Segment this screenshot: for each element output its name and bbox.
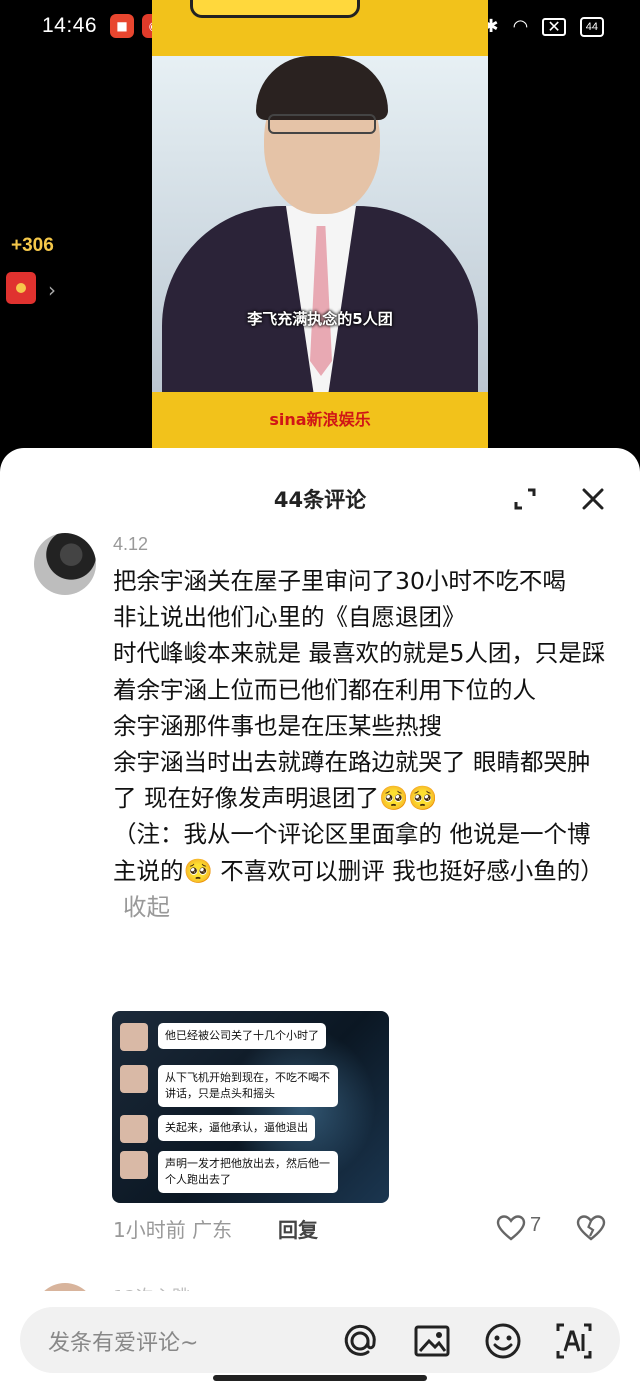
comment-line: 时代峰峻本来就是 最喜欢的就是5人团，只是踩着余宇涵上位而已他们都在利用下位的人 [113,639,606,704]
comment-input[interactable]: 发条有爱评论~ [48,1325,198,1357]
status-indicators: ✱ ◠ ✕ 44 [484,16,604,37]
sim-x-icon: ✕ [542,17,566,36]
expand-icon[interactable] [510,484,540,514]
battery-icon: 44 [579,16,604,37]
like-count: 7 [530,1214,542,1236]
red-packet-icon[interactable] [6,272,36,304]
chat-avatar [120,1151,148,1179]
person-hair [256,56,388,120]
comment-line: 余宇涵那件事也是在压某些热搜 [113,711,442,740]
sina-logo: sina新浪娱乐 [269,410,371,429]
reply-button[interactable]: 回复 [278,1214,318,1243]
ai-icon[interactable] [554,1321,594,1361]
comment-body: 把余宇涵关在屋子里审问了30小时不吃不喝 非让说出他们心里的《自愿退团》 时代峰… [113,563,613,925]
video-frame [152,56,488,392]
video-player[interactable]: 李飞充满执念的5人团 sina新浪娱乐 [152,0,488,448]
chat-bubble: 他已经被公司关了十几个小时了 [158,1023,326,1049]
video-title-tag [190,0,360,18]
chat-message: 关起来，逼他承认，逼他退出 [120,1115,315,1143]
comment-username[interactable]: 4.12 [113,534,148,555]
comment-sheet: 44条评论 4.12 把余宇涵关在屋子里审问了30小时不吃不喝 非让说出他们心里… [0,448,640,1387]
avatar[interactable] [34,533,96,595]
image-icon[interactable] [412,1321,452,1361]
chat-bubble: 声明一发才把他放出去，然后他一个人跑出去了 [158,1151,338,1193]
comment-image[interactable]: 他已经被公司关了十几个小时了 从下飞机开始到现在，不吃不喝不讲话，只是点头和摇头… [112,1011,389,1203]
comment-line: 把余宇涵关在屋子里审问了30小时不吃不喝 [113,567,566,595]
chat-avatar [120,1023,148,1051]
comment-count-title: 44条评论 [273,488,367,512]
chat-message: 他已经被公司关了十几个小时了 [120,1023,326,1051]
video-header-banner [152,0,488,56]
person-glasses [268,114,376,134]
chat-bubble: 关起来，逼他承认，逼他退出 [158,1115,315,1141]
emoji-icon[interactable] [483,1321,523,1361]
chat-message: 从下飞机开始到现在，不吃不喝不讲话，只是点头和摇头 [120,1065,360,1107]
comment-line-text: （注：我从一个评论区里面拿的 他说是一个博主说的🥺 不喜欢可以删评 我也挺好感小… [113,820,604,885]
wifi-icon: ◠ [512,16,529,37]
chevron-right-icon[interactable]: › [48,278,56,302]
chat-avatar [120,1115,148,1143]
chat-message: 声明一发才把他放出去，然后他一个人跑出去了 [120,1151,360,1193]
close-icon[interactable] [578,484,608,514]
notification-app-icon: ■ [110,14,134,38]
comment-line: 非让说出他们心里的《自愿退团》 [113,603,466,632]
status-time: 14:46 [42,14,98,37]
broken-heart-icon[interactable] [576,1214,606,1242]
video-caption: 李飞充满执念的5人团 [247,310,393,328]
chat-bubble: 从下飞机开始到现在，不吃不喝不讲话，只是点头和摇头 [158,1065,338,1107]
comment-line: 余宇涵当时出去就蹲在路边就哭了 眼睛都哭肿了 现在好像发声明退团了🥺🥺 [113,748,591,813]
heart-icon[interactable] [496,1214,526,1242]
mention-icon[interactable] [340,1321,380,1361]
collapse-link[interactable]: 收起 [123,893,170,921]
home-indicator[interactable] [213,1375,427,1381]
chat-avatar [120,1065,148,1093]
comment-timestamp: 1小时前 广东 [113,1218,233,1242]
coin-reward-count: +306 [11,235,54,256]
comment-input-bar: 发条有爱评论~ [0,1291,640,1387]
comment-line: （注：我从一个评论区里面拿的 他说是一个博主说的🥺 不喜欢可以删评 我也挺好感小… [113,816,613,925]
